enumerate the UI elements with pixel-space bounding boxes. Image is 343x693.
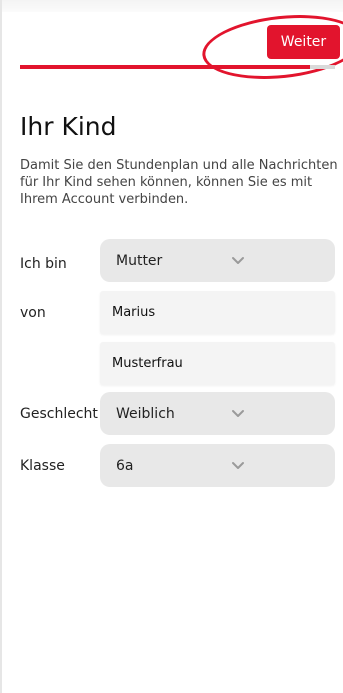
relation-value: Mutter: [116, 252, 163, 269]
last-name-field[interactable]: Musterfrau: [100, 342, 335, 385]
progress-fill: [20, 65, 310, 69]
screen: Weiter Ihr Kind Damit Sie den Stundenpla…: [0, 0, 343, 693]
gender-label: Geschlecht: [20, 406, 98, 422]
intro-text: Damit Sie den Stundenplan und alle Nachr…: [20, 158, 338, 207]
next-button[interactable]: Weiter: [267, 25, 340, 59]
first-name-value: Marius: [112, 305, 156, 320]
chevron-down-icon: [232, 410, 244, 417]
status-strip: [2, 0, 343, 12]
chevron-down-icon: [232, 257, 244, 264]
class-value: 6a: [116, 457, 134, 474]
page-title: Ihr Kind: [20, 112, 117, 141]
progress-bar: [20, 65, 335, 69]
class-label: Klasse: [20, 458, 65, 474]
class-select[interactable]: 6a: [100, 444, 335, 487]
relation-label: Ich bin: [20, 256, 67, 272]
last-name-value: Musterfrau: [112, 356, 183, 371]
first-name-field[interactable]: Marius: [100, 291, 335, 334]
of-label: von: [20, 305, 46, 321]
chevron-down-icon: [232, 462, 244, 469]
relation-select[interactable]: Mutter: [100, 239, 335, 282]
gender-select[interactable]: Weiblich: [100, 392, 335, 435]
gender-value: Weiblich: [116, 405, 175, 422]
